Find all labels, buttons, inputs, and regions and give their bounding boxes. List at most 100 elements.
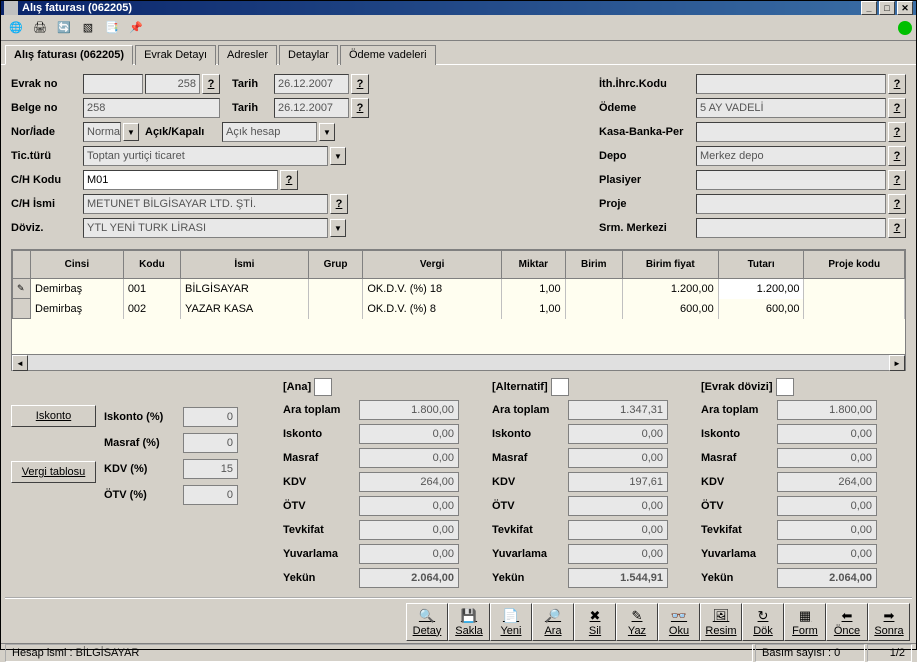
cell-vergi[interactable]: OK.D.V. (%) 18 — [363, 279, 502, 299]
oku-button[interactable]: 👓Oku — [658, 603, 700, 641]
sil-button[interactable]: ✖Sil — [574, 603, 616, 641]
cell-proje[interactable] — [804, 299, 905, 319]
tarih1-lookup-button[interactable]: ? — [351, 74, 369, 94]
totals-currency-box[interactable] — [551, 378, 569, 396]
dok-button[interactable]: ↻Dök — [742, 603, 784, 641]
chkodu-field[interactable]: M01 — [83, 170, 278, 190]
evrak-no-field[interactable]: 258 — [145, 74, 200, 94]
srm-field[interactable] — [696, 218, 886, 238]
tarih2-field[interactable]: 26.12.2007 — [274, 98, 349, 118]
grid-header[interactable]: İsmi — [180, 251, 308, 279]
proje-lookup-button[interactable]: ? — [888, 194, 906, 214]
masraf-pct-field[interactable]: 0 — [183, 433, 238, 453]
cell-cinsi[interactable]: Demirbaş — [31, 279, 124, 299]
ith-lookup-button[interactable]: ? — [888, 74, 906, 94]
grid-header[interactable]: Birim fiyat — [622, 251, 718, 279]
srm-lookup-button[interactable]: ? — [888, 218, 906, 238]
tool-globe-icon[interactable]: 🌐 — [5, 17, 27, 39]
cell-birim-fiyat[interactable]: 600,00 — [622, 299, 718, 319]
iskonto-pct-field[interactable]: 0 — [183, 407, 238, 427]
doviz-dropdown-button[interactable]: ▼ — [330, 219, 346, 237]
tab-4[interactable]: Ödeme vadeleri — [340, 45, 436, 65]
grid-horizontal-scrollbar[interactable]: ◄ ► — [12, 354, 905, 370]
evrak-no-prefix[interactable] — [83, 74, 143, 94]
otv-pct-field[interactable]: 0 — [183, 485, 238, 505]
grid-header[interactable]: Proje kodu — [804, 251, 905, 279]
tab-2[interactable]: Adresler — [218, 45, 277, 65]
grid-header[interactable]: Kodu — [123, 251, 180, 279]
row-selector[interactable] — [13, 299, 31, 319]
acikkapali-field[interactable]: Açık hesap — [222, 122, 317, 142]
scroll-track[interactable] — [28, 355, 889, 370]
cell-birim[interactable] — [565, 279, 622, 299]
cell-grup[interactable] — [308, 279, 362, 299]
tool-refresh-icon[interactable]: 🔄 — [53, 17, 75, 39]
kasa-field[interactable] — [696, 122, 886, 142]
once-button[interactable]: ⬅Önce — [826, 603, 868, 641]
depo-field[interactable]: Merkez depo — [696, 146, 886, 166]
proje-field[interactable] — [696, 194, 886, 214]
odeme-field[interactable]: 5 AY VADELİ — [696, 98, 886, 118]
cell-kodu[interactable]: 002 — [123, 299, 180, 319]
cell-miktar[interactable]: 1,00 — [502, 279, 566, 299]
chkodu-lookup-button[interactable]: ? — [280, 170, 298, 190]
cell-ismi[interactable]: BİLGİSAYAR — [180, 279, 308, 299]
odeme-lookup-button[interactable]: ? — [888, 98, 906, 118]
evrak-no-lookup-button[interactable]: ? — [202, 74, 220, 94]
acikkapali-dropdown-button[interactable]: ▼ — [319, 123, 335, 141]
tab-3[interactable]: Detaylar — [279, 45, 338, 65]
chismi-lookup-button[interactable]: ? — [330, 194, 348, 214]
iskonto-button[interactable]: Iskonto — [11, 405, 96, 427]
grid-header[interactable]: Vergi — [363, 251, 502, 279]
tab-0[interactable]: Alış faturası (062205) — [5, 45, 133, 65]
cell-kodu[interactable]: 001 — [123, 279, 180, 299]
tool-print-icon[interactable]: 🖨 — [29, 17, 51, 39]
resim-button[interactable]: 🖼Resim — [700, 603, 742, 641]
plasiyer-lookup-button[interactable]: ? — [888, 170, 906, 190]
cell-proje[interactable] — [804, 279, 905, 299]
noriade-dropdown-button[interactable]: ▼ — [123, 123, 139, 141]
vergi-tablosu-button[interactable]: Vergi tablosu — [11, 461, 96, 483]
totals-currency-box[interactable] — [776, 378, 794, 396]
sonra-button[interactable]: ➡Sonra — [868, 603, 910, 641]
grid-header[interactable]: Cinsi — [31, 251, 124, 279]
grid-header[interactable]: Birim — [565, 251, 622, 279]
ticturu-dropdown-button[interactable]: ▼ — [330, 147, 346, 165]
yeni-button[interactable]: 📄Yeni — [490, 603, 532, 641]
tool-excel-icon[interactable]: ▧ — [77, 17, 99, 39]
cell-tutari[interactable]: 1.200,00 — [718, 279, 804, 299]
depo-lookup-button[interactable]: ? — [888, 146, 906, 166]
scroll-right-button[interactable]: ► — [889, 355, 905, 371]
kdv-pct-field[interactable]: 15 — [183, 459, 238, 479]
doviz-field[interactable]: YTL YENİ TURK LİRASI — [83, 218, 328, 238]
yaz-button[interactable]: ✎Yaz — [616, 603, 658, 641]
scroll-left-button[interactable]: ◄ — [12, 355, 28, 371]
ara-button[interactable]: 🔎Ara — [532, 603, 574, 641]
cell-ismi[interactable]: YAZAR KASA — [180, 299, 308, 319]
tarih1-field[interactable]: 26.12.2007 — [274, 74, 349, 94]
tab-1[interactable]: Evrak Detayı — [135, 45, 216, 65]
cell-vergi[interactable]: OK.D.V. (%) 8 — [363, 299, 502, 319]
cell-cinsi[interactable]: Demirbaş — [31, 299, 124, 319]
minimize-button[interactable]: _ — [861, 1, 877, 15]
plasiyer-field[interactable] — [696, 170, 886, 190]
cell-grup[interactable] — [308, 299, 362, 319]
detay-button[interactable]: 🔍Detay — [406, 603, 448, 641]
tarih2-lookup-button[interactable]: ? — [351, 98, 369, 118]
chismi-field[interactable]: METUNET BİLGİSAYAR LTD. ŞTİ. — [83, 194, 328, 214]
cell-tutari[interactable]: 600,00 — [718, 299, 804, 319]
belge-no-field[interactable]: 258 — [83, 98, 220, 118]
maximize-button[interactable]: □ — [879, 1, 895, 15]
form-button[interactable]: ▦Form — [784, 603, 826, 641]
tool-pin-icon[interactable]: 📌 — [125, 17, 147, 39]
ticturu-field[interactable]: Toptan yurtiçi ticaret — [83, 146, 328, 166]
totals-currency-box[interactable] — [314, 378, 332, 396]
grid-header[interactable]: Grup — [308, 251, 362, 279]
grid-header[interactable]: Tutarı — [718, 251, 804, 279]
row-selector[interactable]: ✎ — [13, 279, 31, 299]
sakla-button[interactable]: 💾Sakla — [448, 603, 490, 641]
noriade-field[interactable]: Norma — [83, 122, 121, 142]
grid-header[interactable]: Miktar — [502, 251, 566, 279]
tool-doc-icon[interactable]: 📑 — [101, 17, 123, 39]
ith-field[interactable] — [696, 74, 886, 94]
